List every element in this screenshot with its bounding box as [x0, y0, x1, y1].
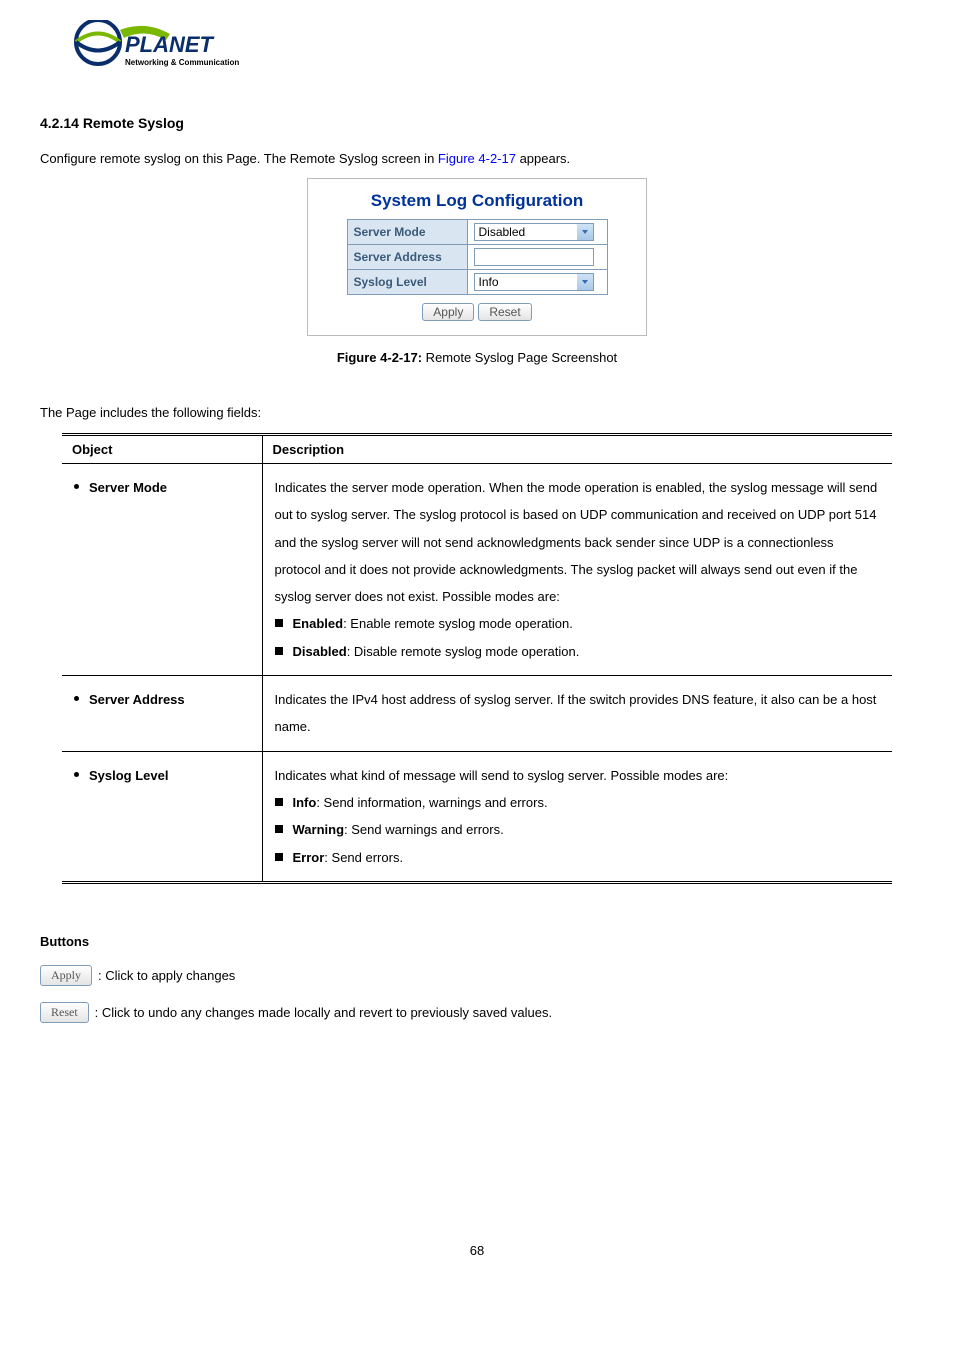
syslog-level-select[interactable]: Info [474, 273, 594, 291]
apply-button[interactable]: Apply [422, 303, 474, 321]
object-description: Indicates the server mode operation. Whe… [275, 474, 881, 610]
figure-caption: Figure 4-2-17: Remote Syslog Page Screen… [40, 350, 914, 365]
fields-table: Object Description Server Mode Indicates … [62, 433, 892, 884]
planet-logo-icon: PLANET Networking & Communication [70, 20, 260, 75]
option-term: Warning [293, 822, 345, 837]
page-number: 68 [40, 1243, 914, 1258]
list-item: Warning: Send warnings and errors. [275, 816, 881, 843]
section-heading: 4.2.14 Remote Syslog [40, 115, 914, 131]
syslog-level-value: Info [479, 275, 499, 289]
option-term: Error [293, 850, 325, 865]
figure-reference-link: Figure 4-2-17 [438, 151, 516, 166]
option-text: : Disable remote syslog mode operation. [347, 644, 580, 659]
logo-tagline-text: Networking & Communication [125, 58, 239, 67]
chevron-down-icon [577, 224, 593, 240]
reset-button-image: Reset [40, 1002, 89, 1023]
fields-intro: The Page includes the following fields: [40, 405, 914, 420]
apply-button-desc: : Click to apply changes [98, 968, 235, 983]
bullet-icon [74, 696, 79, 701]
option-text: : Send errors. [324, 850, 403, 865]
col-description: Description [262, 435, 892, 464]
buttons-heading: Buttons [40, 934, 914, 949]
square-bullet-icon [275, 825, 283, 833]
config-table: Server Mode Disabled Server Address [347, 219, 608, 295]
bullet-icon [74, 772, 79, 777]
intro-text: Configure remote syslog on this Page. Th… [40, 151, 914, 166]
option-term: Disabled [293, 644, 347, 659]
option-text: : Send information, warnings and errors. [316, 795, 547, 810]
screenshot-title: System Log Configuration [326, 191, 628, 211]
object-name: Syslog Level [89, 762, 168, 789]
list-item: Enabled: Enable remote syslog mode opera… [275, 610, 881, 637]
object-name: Server Address [89, 686, 185, 713]
server-address-label: Server Address [347, 245, 467, 270]
option-term: Info [293, 795, 317, 810]
config-screenshot: System Log Configuration Server Mode Dis… [307, 178, 647, 336]
server-mode-select[interactable]: Disabled [474, 223, 594, 241]
caption-text: Remote Syslog Page Screenshot [422, 350, 617, 365]
chevron-down-icon [577, 274, 593, 290]
list-item: Info: Send information, warnings and err… [275, 789, 881, 816]
reset-button[interactable]: Reset [478, 303, 531, 321]
option-term: Enabled [293, 616, 344, 631]
intro-suffix: appears. [516, 151, 570, 166]
apply-button-image: Apply [40, 965, 92, 986]
syslog-level-label: Syslog Level [347, 270, 467, 295]
list-item: Error: Send errors. [275, 844, 881, 871]
option-text: : Enable remote syslog mode operation. [343, 616, 573, 631]
col-object: Object [62, 435, 262, 464]
server-mode-label: Server Mode [347, 220, 467, 245]
table-row: Syslog Level Indicates what kind of messa… [62, 751, 892, 882]
square-bullet-icon [275, 853, 283, 861]
server-address-input[interactable] [474, 248, 594, 266]
brand-logo: PLANET Networking & Communication [40, 20, 914, 115]
table-row: Server Address Indicates the IPv4 host ad… [62, 676, 892, 752]
caption-prefix: Figure 4-2-17: [337, 350, 422, 365]
logo-brand-text: PLANET [125, 32, 215, 57]
object-name: Server Mode [89, 474, 167, 501]
object-description: Indicates the IPv4 host address of syslo… [275, 686, 881, 741]
option-text: : Send warnings and errors. [344, 822, 504, 837]
list-item: Disabled: Disable remote syslog mode ope… [275, 638, 881, 665]
bullet-icon [74, 484, 79, 489]
square-bullet-icon [275, 647, 283, 655]
intro-prefix: Configure remote syslog on this Page. Th… [40, 151, 438, 166]
square-bullet-icon [275, 798, 283, 806]
server-mode-value: Disabled [479, 225, 526, 239]
object-description: Indicates what kind of message will send… [275, 762, 881, 789]
reset-button-desc: : Click to undo any changes made locally… [95, 1005, 552, 1020]
square-bullet-icon [275, 619, 283, 627]
table-row: Server Mode Indicates the server mode ope… [62, 464, 892, 676]
